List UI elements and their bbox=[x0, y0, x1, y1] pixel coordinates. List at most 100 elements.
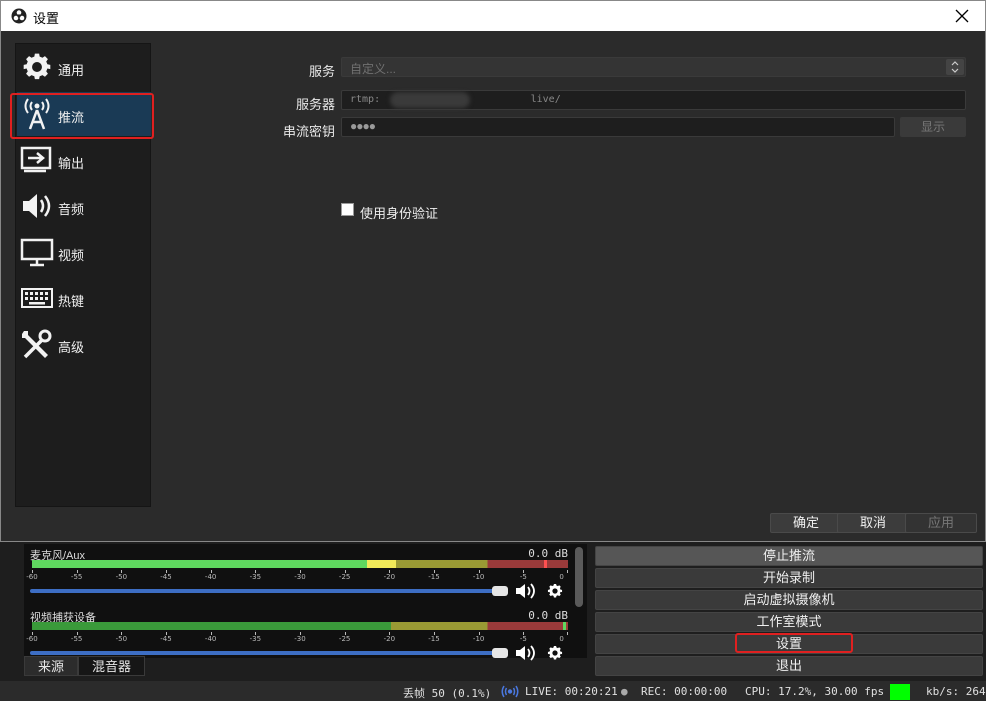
tick-label: -30 bbox=[294, 573, 306, 581]
tick-label: -55 bbox=[70, 573, 83, 581]
dropdown-spinner-icon bbox=[946, 59, 964, 75]
redaction-blur bbox=[390, 92, 470, 108]
tick-label: -15 bbox=[428, 573, 440, 581]
mixer-channel: 麦克风/Aux 0.0 dB -60 -55 -50 -45 -40 -35 -… bbox=[26, 546, 570, 602]
bitrate: kb/s: 2640 bbox=[926, 685, 986, 698]
gear-icon bbox=[23, 53, 51, 80]
tick-label: -45 bbox=[160, 573, 172, 581]
show-key-button[interactable]: 显示 bbox=[900, 117, 966, 137]
use-auth-checkbox[interactable] bbox=[341, 203, 354, 216]
tab-sources[interactable]: 来源 bbox=[24, 656, 79, 676]
settings-button[interactable]: 设置 bbox=[595, 634, 983, 654]
server-input[interactable]: rtmp: live/ bbox=[341, 90, 966, 110]
volume-slider-track[interactable] bbox=[30, 651, 500, 655]
tick-label: -40 bbox=[204, 573, 217, 581]
connection-status-indicator bbox=[890, 684, 910, 700]
rec-timer: REC: 00:00:00 bbox=[641, 685, 728, 698]
cancel-button[interactable]: 取消 bbox=[837, 513, 909, 533]
cpu-fps: CPU: 17.2%, 30.00 fps bbox=[745, 685, 885, 698]
sidebar-item-label: 视频 bbox=[58, 248, 85, 263]
output-icon bbox=[20, 146, 52, 173]
service-dropdown[interactable]: 自定义... bbox=[341, 57, 966, 77]
tick-label: -25 bbox=[338, 635, 351, 643]
sidebar-item-advanced[interactable]: 高级 bbox=[17, 322, 151, 366]
tick-label: -10 bbox=[472, 573, 485, 581]
volume-meter bbox=[32, 622, 568, 630]
tick-label: -60 bbox=[26, 635, 38, 643]
sidebar-item-label: 高级 bbox=[58, 340, 85, 355]
sidebar-item-stream[interactable]: 推流 bbox=[17, 92, 151, 136]
sidebar-item-label: 音频 bbox=[58, 202, 85, 217]
tick-label: -35 bbox=[249, 573, 262, 581]
meter-scale: -60 -55 -50 -45 -40 -35 -30 -25 -20 -15 … bbox=[26, 632, 568, 646]
sidebar-item-label: 通用 bbox=[58, 63, 85, 78]
dialog-body: 通用 推流 输出 音频 视频 热键 高级 服务 自定义... 服务器 rtmp:… bbox=[4, 31, 982, 539]
exit-button[interactable]: 退出 bbox=[595, 656, 983, 676]
tick-label: -20 bbox=[383, 635, 396, 643]
monitor-icon bbox=[20, 238, 54, 267]
sidebar-item-output[interactable]: 输出 bbox=[17, 138, 151, 182]
tick-label: -35 bbox=[249, 635, 262, 643]
volume-slider-handle[interactable] bbox=[492, 648, 508, 658]
gear-icon[interactable] bbox=[546, 582, 564, 600]
tick-label: -50 bbox=[115, 573, 128, 581]
tick-label: -30 bbox=[294, 635, 306, 643]
status-bar: 丢帧 50 (0.1%) LIVE: 00:20:21 ● REC: 00:00… bbox=[0, 681, 986, 701]
tick-label: -55 bbox=[70, 635, 83, 643]
live-broadcast-icon bbox=[501, 685, 519, 698]
tick-label: 0 bbox=[559, 635, 564, 643]
tools-icon bbox=[22, 329, 52, 359]
sidebar-item-label: 输出 bbox=[58, 156, 85, 171]
start-virtual-camera-button[interactable]: 启动虚拟摄像机 bbox=[595, 590, 983, 610]
sidebar-item-audio[interactable]: 音频 bbox=[17, 184, 151, 228]
speaker-icon[interactable] bbox=[514, 582, 536, 600]
sidebar-item-label: 热键 bbox=[58, 294, 85, 309]
tick-label: -45 bbox=[160, 635, 172, 643]
studio-mode-button[interactable]: 工作室模式 bbox=[595, 612, 983, 632]
mixer-scrollbar[interactable] bbox=[575, 547, 583, 607]
server-label: 服务器 bbox=[295, 97, 335, 112]
dialog-titlebar[interactable]: 设置 bbox=[1, 1, 985, 31]
dialog-title: 设置 bbox=[33, 11, 60, 26]
sidebar-item-video[interactable]: 视频 bbox=[17, 230, 151, 274]
stream-key-value: ●●●● bbox=[350, 119, 376, 133]
dock-tabs: 来源 混音器 bbox=[24, 656, 146, 676]
volume-slider-handle[interactable] bbox=[492, 586, 508, 596]
gear-icon[interactable] bbox=[546, 644, 564, 662]
use-auth-label[interactable]: 使用身份验证 bbox=[360, 203, 438, 222]
channel-db: 0.0 dB bbox=[528, 609, 568, 622]
tick-label: -10 bbox=[472, 635, 485, 643]
broadcast-antenna-icon bbox=[24, 98, 50, 130]
sidebar-item-hotkeys[interactable]: 热键 bbox=[17, 276, 151, 320]
audio-mixer-panel: 麦克风/Aux 0.0 dB -60 -55 -50 -45 -40 -35 -… bbox=[24, 544, 587, 661]
live-timer: LIVE: 00:20:21 bbox=[525, 685, 618, 698]
meter-scale: -60 -55 -50 -45 -40 -35 -30 -25 -20 -15 … bbox=[26, 570, 568, 584]
keyboard-icon bbox=[21, 288, 53, 308]
service-label: 服务 bbox=[308, 64, 335, 79]
tab-mixer[interactable]: 混音器 bbox=[78, 656, 146, 676]
speaker-icon[interactable] bbox=[514, 644, 536, 662]
service-value: 自定义... bbox=[350, 62, 397, 76]
tick-label: -60 bbox=[26, 573, 38, 581]
sidebar-item-general[interactable]: 通用 bbox=[17, 45, 151, 89]
tick-label: -20 bbox=[383, 573, 396, 581]
close-button[interactable] bbox=[939, 1, 985, 31]
sidebar-item-label: 推流 bbox=[58, 110, 85, 125]
tick-label: -40 bbox=[204, 635, 217, 643]
dropped-frames: 丢帧 50 (0.1%) bbox=[403, 687, 492, 700]
ok-button[interactable]: 确定 bbox=[770, 513, 842, 533]
stream-key-input[interactable]: ●●●● bbox=[341, 117, 895, 137]
volume-meter bbox=[32, 560, 568, 568]
channel-db: 0.0 dB bbox=[528, 547, 568, 560]
tick-label: -50 bbox=[115, 635, 128, 643]
tick-label: -5 bbox=[519, 635, 527, 643]
tick-label: -25 bbox=[338, 573, 351, 581]
stop-streaming-button[interactable]: 停止推流 bbox=[595, 546, 983, 566]
volume-slider-track[interactable] bbox=[30, 589, 500, 593]
close-icon bbox=[955, 9, 969, 23]
tick-label: -15 bbox=[428, 635, 440, 643]
tick-label: 0 bbox=[559, 573, 564, 581]
start-recording-button[interactable]: 开始录制 bbox=[595, 568, 983, 588]
apply-button[interactable]: 应用 bbox=[905, 513, 977, 533]
settings-sidebar: 通用 推流 输出 音频 视频 热键 高级 bbox=[15, 43, 151, 507]
